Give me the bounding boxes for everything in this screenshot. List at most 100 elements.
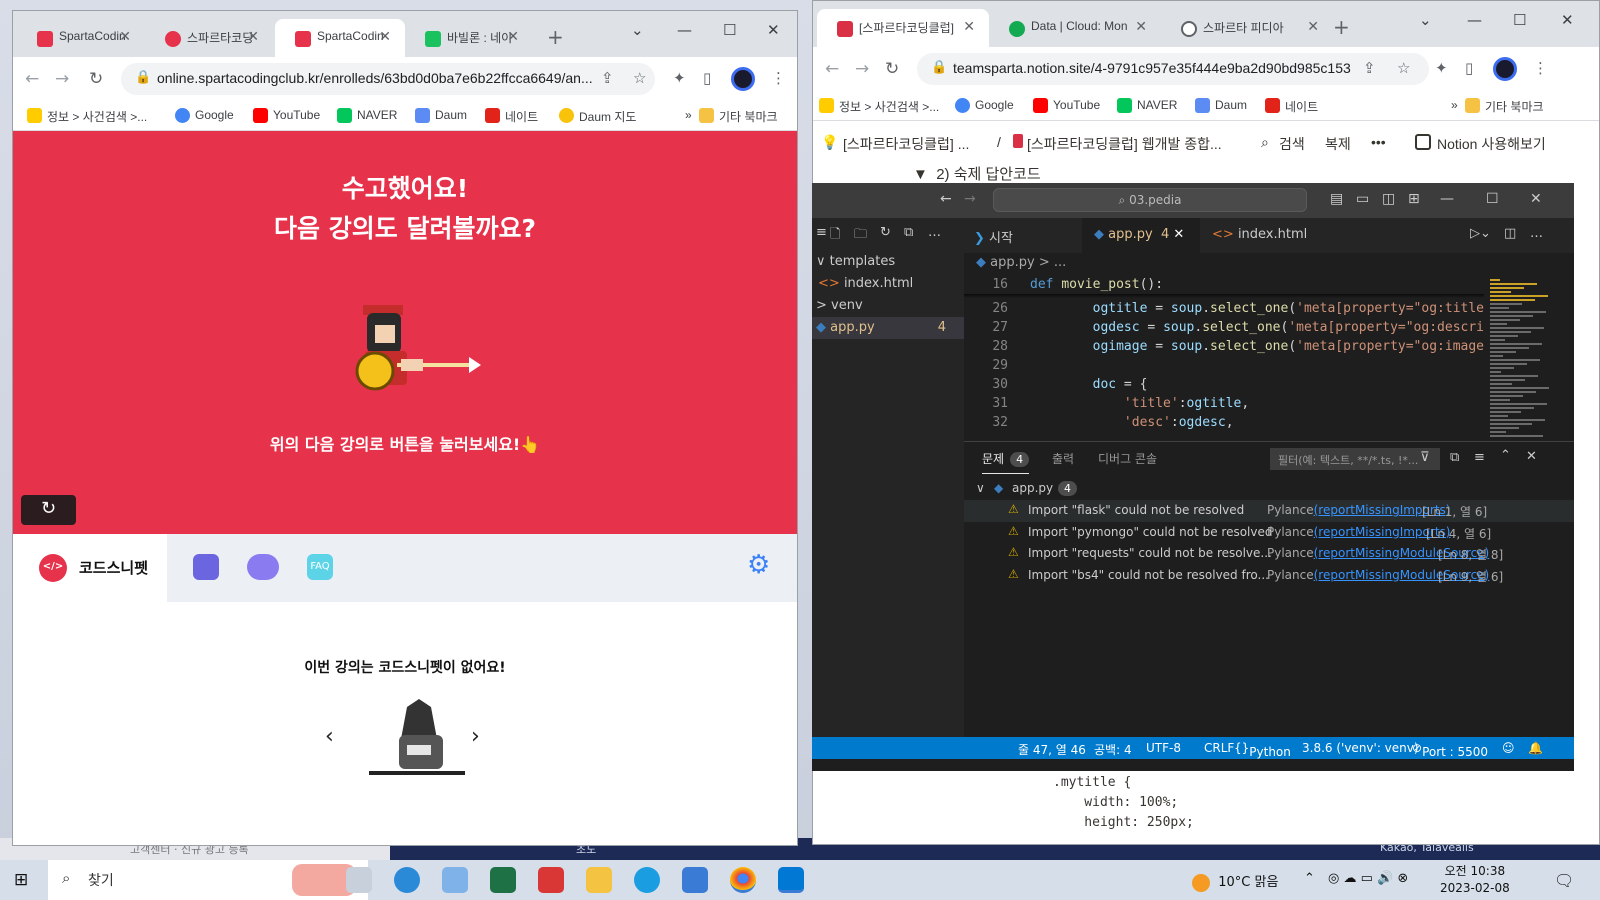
more-actions-icon[interactable]: …: [1530, 226, 1543, 241]
search-icon[interactable]: ⌕: [1261, 134, 1269, 151]
bookmark-item[interactable]: NAVER: [1117, 98, 1177, 113]
bookmark-star-icon[interactable]: ☆: [633, 69, 646, 87]
new-folder-icon[interactable]: 🗀: [854, 225, 867, 247]
problem-row[interactable]: ⚠ Import "pymongo" could not be resolved P…: [964, 522, 1574, 544]
faq-icon[interactable]: FAQ: [307, 554, 333, 580]
close-window-icon[interactable]: ✕: [1561, 11, 1574, 29]
tab-code-snippet[interactable]: </> 코드스니펫: [13, 534, 167, 602]
try-notion-button[interactable]: Notion 사용해보기: [1437, 134, 1546, 154]
share-icon[interactable]: ⇪: [601, 69, 614, 87]
problem-row[interactable]: ⚠ Import "bs4" could not be resolved fro.…: [964, 565, 1574, 587]
toggle-panel-icon[interactable]: ▭: [1356, 191, 1369, 207]
browser-tab[interactable]: SpartaCodin ✕: [17, 19, 145, 57]
panel-tab-output[interactable]: 출력: [1052, 450, 1074, 467]
side-panel-icon[interactable]: ▯: [703, 69, 711, 87]
back-icon[interactable]: ←: [940, 191, 952, 207]
more-bookmarks-icon[interactable]: »: [665, 108, 692, 122]
extensions-icon[interactable]: ✦: [1435, 59, 1448, 77]
code-line[interactable]: 28 ogimage = soup.select_one('meta[prope…: [964, 339, 1484, 358]
internet-explorer-icon[interactable]: [394, 867, 420, 893]
bookmark-item[interactable]: 정보 > 사건검색 >...: [819, 98, 939, 115]
breadcrumb-item[interactable]: [스파르타코딩클럽] ...: [843, 134, 969, 154]
gear-icon[interactable]: ⚙: [747, 550, 770, 580]
close-panel-icon[interactable]: ✕: [1526, 449, 1537, 464]
browser-tab[interactable]: [스파르타코딩클럽] ✕: [817, 9, 989, 47]
bookmark-item[interactable]: Daum: [1195, 98, 1247, 113]
tree-folder-templates[interactable]: ∨ templates: [812, 251, 964, 273]
more-actions-icon[interactable]: …: [928, 225, 941, 240]
bookmark-item[interactable]: YouTube: [253, 108, 320, 123]
minimize-icon[interactable]: —: [677, 21, 692, 39]
minimize-icon[interactable]: —: [1440, 191, 1454, 207]
forward-icon[interactable]: →: [55, 69, 69, 89]
bookmark-item[interactable]: Google: [955, 98, 1014, 113]
task-view-icon[interactable]: [346, 867, 372, 893]
code-line[interactable]: 26 ogtitle = soup.select_one('meta[prope…: [964, 301, 1484, 320]
bookmark-item[interactable]: 정보 > 사건검색 >...: [27, 108, 147, 125]
command-center-search[interactable]: ⌕ 03.pedia: [993, 188, 1307, 212]
browser-tab[interactable]: Data | Cloud: Mon ✕: [989, 9, 1161, 47]
address-bar[interactable]: 🔒 teamsparta.notion.site/4-9791c957e35f4…: [917, 53, 1429, 85]
problem-row[interactable]: ⚠ Import "requests" could not be resolve.…: [964, 543, 1574, 565]
notes-icon[interactable]: [193, 554, 219, 580]
browser-tab[interactable]: SpartaCodin ✕: [275, 19, 405, 57]
replay-button[interactable]: ↻: [21, 495, 76, 525]
toggle-secondary-sidebar-icon[interactable]: ◫: [1382, 191, 1395, 207]
problem-source[interactable]: Pylance(reportMissingImports): [1267, 525, 1450, 539]
tab-index-html[interactable]: <> index.html: [1200, 218, 1318, 253]
minimap[interactable]: [1484, 275, 1558, 437]
maximize-icon[interactable]: ☐: [723, 21, 736, 39]
windows-start-icon[interactable]: ⊞: [14, 870, 28, 890]
code-line[interactable]: 30 doc = {: [964, 377, 1147, 396]
side-panel-icon[interactable]: ▯: [1465, 59, 1473, 77]
maximize-icon[interactable]: ☐: [1513, 11, 1526, 29]
maximize-panel-icon[interactable]: ⌃: [1500, 448, 1511, 463]
new-tab-icon[interactable]: +: [547, 25, 564, 49]
forward-icon[interactable]: →: [964, 191, 976, 207]
breadcrumb[interactable]: ◆ app.py > ...: [964, 253, 1574, 275]
bookmark-item[interactable]: YouTube: [1033, 98, 1100, 113]
split-editor-icon[interactable]: ◫: [1504, 226, 1516, 241]
problem-file-row[interactable]: ∨ ◆ app.py 4: [964, 478, 1574, 500]
new-tab-icon[interactable]: +: [1333, 15, 1350, 39]
chrome-icon[interactable]: [730, 867, 756, 893]
bookmark-folder[interactable]: 기타 북마크: [1465, 98, 1544, 115]
share-icon[interactable]: ⇪: [1363, 59, 1376, 77]
prev-arrow-icon[interactable]: ‹: [325, 724, 334, 749]
code-editor[interactable]: 16 def movie_post(): 26 ogtitle = soup.sel…: [964, 275, 1484, 435]
pdf-icon[interactable]: [538, 867, 564, 893]
close-tab-icon[interactable]: ✕: [1173, 227, 1184, 242]
tray-chevron-icon[interactable]: ⌃: [1304, 871, 1315, 886]
close-tab-icon[interactable]: ✕: [379, 28, 391, 45]
bookmark-folder[interactable]: 기타 북마크: [699, 108, 778, 125]
python-interpreter[interactable]: 3.8.6 ('venv': venv): [1302, 741, 1419, 755]
tree-file-index-html[interactable]: <> index.html: [812, 273, 964, 295]
browser-tab[interactable]: 스파르타 피디아 ✕: [1161, 9, 1333, 47]
maximize-icon[interactable]: ☐: [1486, 191, 1499, 207]
indentation[interactable]: 공백: 4: [1094, 741, 1132, 758]
forward-icon[interactable]: →: [855, 59, 869, 79]
paint-icon[interactable]: [442, 867, 468, 893]
reload-icon[interactable]: ↻: [885, 59, 899, 79]
feedback-icon[interactable]: ☺: [1502, 741, 1515, 755]
live-server[interactable]: ⊘ Port : 5500: [1412, 741, 1488, 759]
close-window-icon[interactable]: ✕: [767, 21, 780, 39]
clock[interactable]: 오전 10:38 2023-02-08: [1440, 863, 1510, 897]
encoding[interactable]: UTF-8: [1146, 741, 1181, 755]
panel-tab-problems[interactable]: 문제 4: [982, 450, 1030, 474]
bookmark-item[interactable]: Daum 지도: [559, 108, 636, 125]
more-bookmarks-icon[interactable]: »: [1431, 98, 1458, 112]
weather-widget[interactable]: 10°C 맑음: [1192, 871, 1278, 892]
close-tab-icon[interactable]: ✕: [1307, 18, 1319, 35]
collapse-all-icon[interactable]: ⧉: [904, 225, 913, 240]
close-window-icon[interactable]: ✕: [1530, 191, 1542, 207]
notifications-icon[interactable]: 🔔: [1528, 741, 1543, 755]
filter-icon[interactable]: ⊽: [1420, 450, 1430, 465]
new-file-icon[interactable]: 🗋: [830, 225, 840, 247]
chat-icon[interactable]: [247, 554, 279, 580]
back-icon[interactable]: ←: [25, 69, 39, 89]
problem-row[interactable]: ⚠ Import "flask" could not be resolved Pyl…: [964, 500, 1574, 522]
code-line[interactable]: 33 'image':ogimage,: [964, 434, 1249, 435]
view-as-list-icon[interactable]: ≡: [1474, 450, 1485, 465]
bookmark-item[interactable]: 네이트: [1265, 98, 1318, 115]
